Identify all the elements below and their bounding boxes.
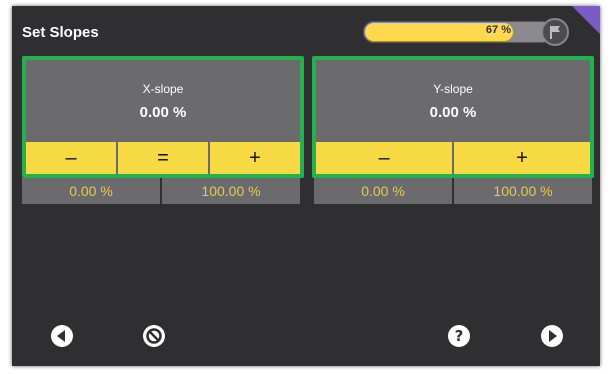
x-slope-value: 0.00 % xyxy=(139,104,187,121)
y-slope-value: 0.00 % xyxy=(429,104,477,121)
progress-bar: 67 % xyxy=(363,21,553,43)
y-slope-increase-button[interactable]: + xyxy=(454,142,590,174)
cancel-icon[interactable] xyxy=(142,324,166,348)
flag-icon xyxy=(550,26,560,39)
x-slope-min-limit[interactable]: 0.00 % xyxy=(22,178,160,204)
y-slope-min-limit[interactable]: 0.00 % xyxy=(314,178,452,204)
set-slopes-screen: Set Slopes 67 % X-slope 0.00 % – = + Y-s… xyxy=(12,6,600,366)
corner-accent xyxy=(572,6,600,34)
y-slope-max-limit[interactable]: 100.00 % xyxy=(454,178,592,204)
page-title: Set Slopes xyxy=(22,24,99,41)
flag-button[interactable] xyxy=(541,18,569,46)
x-slope-max-limit[interactable]: 100.00 % xyxy=(162,178,300,204)
y-slope-label: Y-slope xyxy=(433,82,473,96)
y-slope-panel[interactable]: Y-slope 0.00 % – + xyxy=(312,56,594,178)
x-slope-increase-button[interactable]: + xyxy=(210,142,300,174)
x-slope-buttons: – = + xyxy=(26,142,300,174)
x-slope-decrease-button[interactable]: – xyxy=(26,142,116,174)
y-slope-decrease-button[interactable]: – xyxy=(316,142,452,174)
back-icon[interactable] xyxy=(50,324,74,348)
x-slope-limits: 0.00 % 100.00 % xyxy=(22,178,300,204)
y-slope-buttons: – + xyxy=(316,142,590,174)
help-icon[interactable]: ? xyxy=(447,324,471,348)
y-slope-limits: 0.00 % 100.00 % xyxy=(314,178,592,204)
next-icon[interactable] xyxy=(540,324,564,348)
x-slope-panel[interactable]: X-slope 0.00 % – = + xyxy=(22,56,304,178)
svg-text:?: ? xyxy=(455,327,464,345)
progress-text: 67 % xyxy=(485,24,511,36)
x-slope-equal-button[interactable]: = xyxy=(118,142,208,174)
x-slope-label: X-slope xyxy=(142,82,184,96)
